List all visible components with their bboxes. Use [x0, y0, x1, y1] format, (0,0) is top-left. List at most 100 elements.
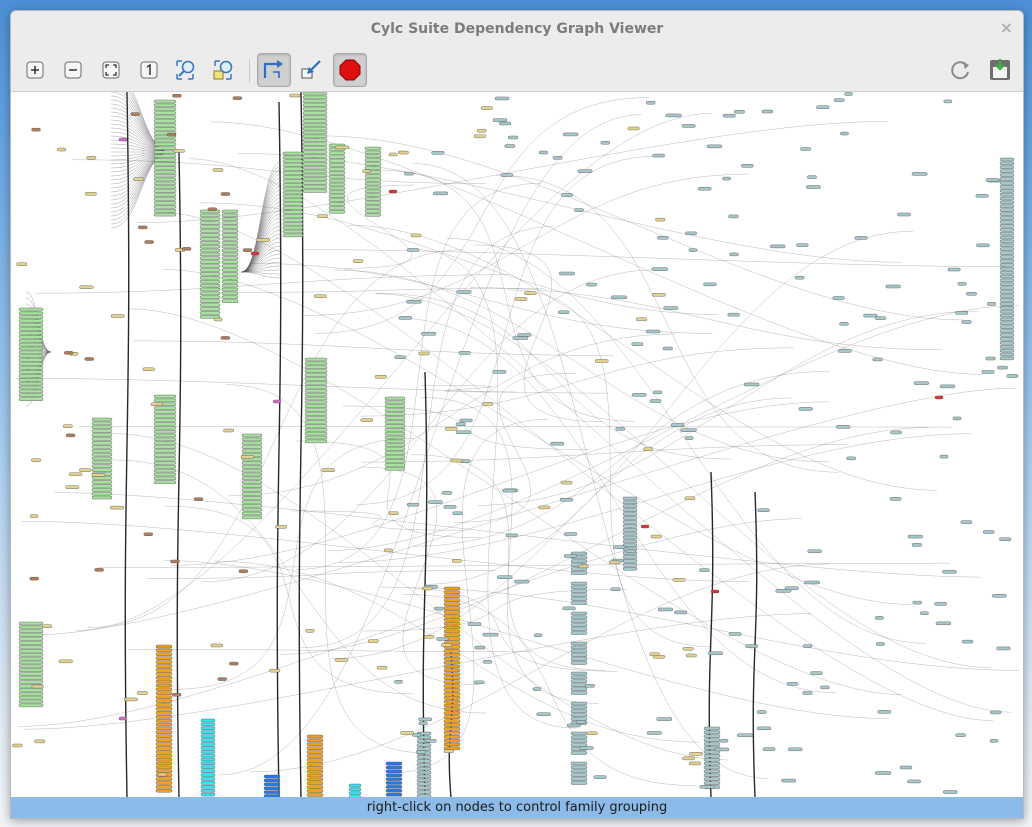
task-node[interactable]: [18, 327, 44, 331]
task-node[interactable]: [622, 524, 638, 528]
task-node[interactable]: [282, 155, 304, 160]
task-node[interactable]: [282, 163, 304, 167]
task-node[interactable]: [934, 395, 944, 400]
task-node[interactable]: [578, 564, 589, 569]
task-node[interactable]: [806, 185, 821, 189]
dependency-graph[interactable]: [11, 92, 1023, 798]
task-node[interactable]: [999, 344, 1015, 349]
task-node[interactable]: [622, 500, 638, 505]
task-node[interactable]: [443, 738, 461, 743]
task-node[interactable]: [153, 166, 177, 170]
task-node[interactable]: [482, 632, 499, 637]
task-node[interactable]: [241, 472, 263, 477]
task-node[interactable]: [999, 305, 1015, 310]
task-node[interactable]: [999, 333, 1015, 337]
task-node[interactable]: [385, 789, 403, 793]
task-node[interactable]: [364, 154, 382, 158]
task-node[interactable]: [155, 644, 173, 649]
task-node[interactable]: [443, 629, 461, 634]
task-node[interactable]: [153, 457, 177, 461]
task-node[interactable]: [533, 633, 543, 637]
task-node[interactable]: [18, 362, 44, 366]
task-node[interactable]: [153, 201, 177, 205]
task-node[interactable]: [302, 154, 328, 158]
stop-button[interactable]: [333, 53, 367, 87]
task-node[interactable]: [199, 225, 221, 229]
task-node[interactable]: [364, 177, 382, 182]
task-node[interactable]: [241, 507, 263, 512]
task-node[interactable]: [640, 524, 650, 529]
task-node[interactable]: [136, 691, 148, 695]
task-node[interactable]: [631, 393, 647, 397]
task-node[interactable]: [200, 718, 216, 723]
task-node[interactable]: [473, 134, 486, 138]
task-node[interactable]: [241, 492, 263, 496]
task-node[interactable]: [91, 484, 113, 488]
task-node[interactable]: [999, 325, 1015, 329]
task-node[interactable]: [400, 731, 414, 735]
task-node[interactable]: [91, 441, 113, 445]
task-node[interactable]: [443, 680, 461, 684]
task-node[interactable]: [574, 208, 584, 212]
task-node[interactable]: [999, 247, 1015, 251]
task-node[interactable]: [302, 134, 328, 139]
task-node[interactable]: [221, 268, 239, 272]
task-node[interactable]: [999, 204, 1015, 209]
task-node[interactable]: [241, 433, 263, 438]
task-node[interactable]: [18, 637, 44, 641]
task-node[interactable]: [999, 212, 1015, 216]
task-node[interactable]: [221, 233, 239, 237]
task-node[interactable]: [570, 691, 588, 695]
task-node[interactable]: [584, 684, 595, 688]
task-node[interactable]: [302, 158, 328, 162]
task-node[interactable]: [171, 693, 182, 697]
task-node[interactable]: [416, 770, 432, 775]
task-node[interactable]: [443, 668, 461, 673]
task-node[interactable]: [975, 194, 989, 198]
task-node[interactable]: [153, 154, 177, 158]
task-node[interactable]: [613, 545, 626, 549]
task-node[interactable]: [18, 397, 44, 401]
task-node[interactable]: [229, 661, 239, 666]
task-node[interactable]: [200, 765, 216, 769]
task-node[interactable]: [155, 715, 173, 719]
task-node[interactable]: [142, 367, 155, 371]
task-node[interactable]: [302, 95, 328, 100]
task-node[interactable]: [559, 271, 575, 276]
task-node[interactable]: [282, 179, 304, 183]
task-node[interactable]: [256, 238, 271, 242]
task-node[interactable]: [570, 751, 588, 755]
task-node[interactable]: [935, 621, 952, 626]
task-node[interactable]: [939, 454, 949, 459]
task-node[interactable]: [615, 427, 626, 431]
task-node[interactable]: [560, 480, 573, 485]
task-node[interactable]: [999, 200, 1015, 205]
task-node[interactable]: [302, 161, 328, 166]
task-node[interactable]: [757, 508, 770, 512]
task-node[interactable]: [443, 735, 461, 739]
task-node[interactable]: [443, 746, 461, 751]
task-node[interactable]: [321, 468, 336, 472]
task-node[interactable]: [499, 121, 512, 126]
task-node[interactable]: [155, 781, 173, 785]
task-node[interactable]: [508, 135, 519, 140]
task-node[interactable]: [18, 378, 44, 382]
task-node[interactable]: [282, 214, 304, 218]
task-node[interactable]: [854, 236, 868, 240]
task-node[interactable]: [570, 739, 588, 743]
task-node[interactable]: [384, 396, 406, 401]
task-node[interactable]: [570, 671, 588, 676]
task-node[interactable]: [110, 314, 125, 318]
task-node[interactable]: [18, 649, 44, 653]
task-node[interactable]: [423, 635, 434, 639]
task-node[interactable]: [199, 303, 221, 307]
task-node[interactable]: [697, 187, 712, 191]
task-node[interactable]: [570, 611, 588, 616]
task-node[interactable]: [91, 417, 113, 422]
task-node[interactable]: [622, 531, 638, 536]
task-node[interactable]: [367, 639, 379, 643]
task-node[interactable]: [153, 398, 177, 403]
task-node[interactable]: [703, 781, 721, 785]
task-node[interactable]: [306, 769, 324, 774]
task-node[interactable]: [31, 684, 44, 689]
